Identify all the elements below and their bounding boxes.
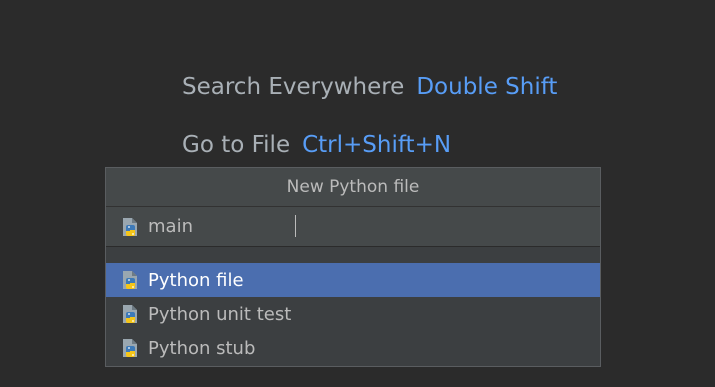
python-file-icon [120,303,142,325]
python-file-icon [120,216,142,238]
file-kind-list: Python file Python unit test Python stub [106,263,600,365]
python-file-icon [120,269,142,291]
file-kind-label: Python file [148,269,244,291]
file-kind-label: Python stub [148,337,256,359]
hint-shortcut: Ctrl+Shift+N [302,132,452,158]
hint-shortcut: Double Shift [416,74,558,100]
file-kind-label: Python unit test [148,303,292,325]
file-name-input[interactable] [148,216,568,237]
search-everywhere-hint: Search Everywhere Double Shift [182,73,557,101]
file-kind-python-stub[interactable]: Python stub [106,331,600,365]
list-separator [106,247,600,263]
hint-label: Go to File [182,132,291,158]
text-caret [295,215,296,237]
popup-title: New Python file [106,168,600,207]
go-to-file-hint: Go to File Ctrl+Shift+N [182,131,451,159]
file-name-row[interactable] [106,207,600,247]
file-kind-python-unit-test[interactable]: Python unit test [106,297,600,331]
hint-label: Search Everywhere [182,74,405,100]
new-python-file-popup: New Python file main Python file Python … [105,167,601,367]
python-file-icon [120,337,142,359]
file-kind-python-file[interactable]: Python file [106,263,600,297]
